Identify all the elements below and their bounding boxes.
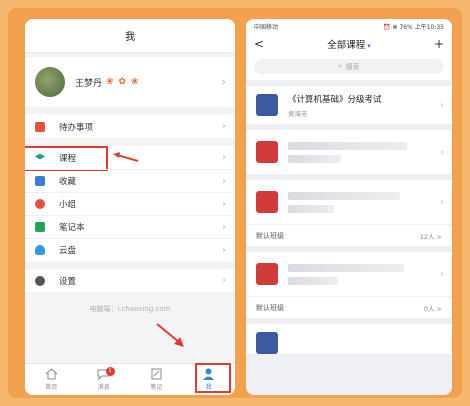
tab-messages[interactable]: 消息 1 xyxy=(78,364,131,395)
class-row[interactable]: 默认班级 12人 > xyxy=(246,224,452,246)
tab-label: 消息 xyxy=(97,384,110,391)
todo-icon xyxy=(35,121,45,132)
student-count: 12人 > xyxy=(419,232,442,241)
menu-item-label: 待办事项 xyxy=(59,122,94,133)
course-card[interactable]: 《计算机基础》分级考试 黄海芳 › xyxy=(246,86,452,124)
gear-icon xyxy=(35,275,45,286)
chevron-right-icon: › xyxy=(440,196,444,208)
course-row[interactable]: › xyxy=(246,180,452,224)
carrier-text: 中国移动 xyxy=(254,23,279,31)
tab-me[interactable]: 我 xyxy=(183,363,236,395)
back-icon[interactable]: < xyxy=(254,37,264,51)
avatar xyxy=(35,67,65,97)
search-input[interactable]: ⌕ 搜索 xyxy=(254,59,444,74)
course-title: 《计算机基础》分级考试 xyxy=(288,94,382,105)
menu-item-settings[interactable]: 设置 › xyxy=(25,269,235,292)
chevron-right-icon: › xyxy=(222,121,226,132)
bottom-tabbar: 首页 消息 1 笔记 我 xyxy=(25,363,235,395)
menu-item-notebook[interactable]: 笔记本 › xyxy=(25,215,235,238)
chevron-right-icon: › xyxy=(222,152,226,163)
menu-item-label: 笔记本 xyxy=(59,223,85,233)
add-icon[interactable]: + xyxy=(434,37,444,51)
course-card[interactable]: › 默认班级 12人 > xyxy=(246,180,452,246)
unread-badge: 1 xyxy=(105,367,115,376)
menu-item-cloud[interactable]: 云盘 › xyxy=(25,238,235,261)
class-row[interactable]: 默认班级 0人 > xyxy=(246,296,452,318)
highlight-box xyxy=(195,363,231,393)
courses-dropdown[interactable]: 全部课程 ▾ xyxy=(327,37,371,51)
chevron-right-icon: › xyxy=(440,268,444,280)
chevron-right-icon: › xyxy=(440,99,444,111)
course-cover-icon xyxy=(256,141,278,163)
chevron-right-icon: › xyxy=(222,244,226,256)
menu-group-settings: 设置 › xyxy=(25,269,235,292)
blurred-subtitle xyxy=(288,276,339,285)
site-url-text: 电脑端：i.chaoxing.com xyxy=(89,305,171,313)
course-cover-icon xyxy=(256,263,278,285)
notebook-icon xyxy=(35,222,45,232)
menu-item-todo[interactable]: 待办事项 › xyxy=(25,115,235,138)
menu-group-todo: 待办事项 › xyxy=(25,115,235,138)
course-row[interactable] xyxy=(246,324,452,362)
user-name: 王梦丹 xyxy=(75,78,103,89)
course-row[interactable]: 《计算机基础》分级考试 黄海芳 › xyxy=(246,86,452,124)
tab-home[interactable]: 首页 xyxy=(25,364,78,395)
blurred-title xyxy=(288,263,405,272)
tab-label: 首页 xyxy=(45,384,58,391)
search-placeholder: 搜索 xyxy=(345,62,360,71)
menu-item-label: 小组 xyxy=(59,200,77,210)
nav-bar: < 全部课程 ▾ + xyxy=(246,33,452,55)
name-decoration: ❀ ✿ ❀ xyxy=(106,77,140,87)
note-icon xyxy=(151,368,162,380)
course-card[interactable]: › xyxy=(246,130,452,174)
blurred-title xyxy=(288,141,407,150)
tab-notes[interactable]: 笔记 xyxy=(130,364,183,395)
blurred-title xyxy=(288,191,401,200)
profile-row[interactable]: 王梦丹 ❀ ✿ ❀ › xyxy=(25,57,235,107)
annotation-arrow xyxy=(113,152,139,162)
student-count: 0人 > xyxy=(423,304,442,313)
search-icon: ⌕ xyxy=(338,62,343,70)
tab-label: 笔记 xyxy=(150,384,163,391)
course-row[interactable]: › xyxy=(246,130,452,174)
course-card-partial[interactable] xyxy=(246,324,452,354)
search-area: ⌕ 搜索 xyxy=(246,55,452,80)
blurred-subtitle xyxy=(288,204,335,213)
course-card[interactable]: › 默认班级 0人 > xyxy=(246,252,452,318)
chevron-down-icon: ▾ xyxy=(367,42,371,50)
bookmark-icon xyxy=(35,176,45,186)
menu-item-courses[interactable]: 课程 › xyxy=(25,146,235,171)
laptop-icon xyxy=(256,94,278,116)
chevron-right-icon: › xyxy=(440,146,444,158)
course-teacher: 黄海芳 xyxy=(288,109,308,118)
menu-item-favorites[interactable]: 收藏 › xyxy=(25,169,235,192)
course-cover-icon xyxy=(256,332,278,354)
group-icon xyxy=(35,199,45,209)
highlight-box xyxy=(25,146,108,171)
cloud-icon xyxy=(35,245,45,255)
blurred-subtitle xyxy=(288,154,341,163)
menu-item-label: 云盘 xyxy=(59,246,77,256)
left-phone-screen: 我 王梦丹 ❀ ✿ ❀ › 待办事项 › 课程 › 收藏 › 小组 › 笔记本 … xyxy=(25,19,235,395)
chevron-right-icon: › xyxy=(222,175,226,187)
home-icon xyxy=(45,368,58,380)
menu-group-main: 课程 › 收藏 › 小组 › 笔记本 › 云盘 › xyxy=(25,146,235,261)
chevron-right-icon: › xyxy=(222,221,226,233)
menu-item-label: 收藏 xyxy=(59,177,77,187)
course-cover-icon xyxy=(256,191,278,213)
class-label: 默认班级 xyxy=(256,231,284,240)
annotation-arrow xyxy=(156,323,184,347)
course-row[interactable]: › xyxy=(246,252,452,296)
class-label: 默认班级 xyxy=(256,303,284,312)
chevron-right-icon: › xyxy=(222,275,226,286)
chevron-right-icon: › xyxy=(221,75,226,89)
status-right-text: ⏰ ✻ 76% 上午10:35 xyxy=(383,23,444,31)
menu-item-label: 设置 xyxy=(59,276,77,287)
chevron-right-icon: › xyxy=(222,198,226,210)
page-title: 我 xyxy=(25,19,235,53)
right-phone-screen: 中国移动 ⏰ ✻ 76% 上午10:35 < 全部课程 ▾ + ⌕ 搜索 《计算机… xyxy=(246,19,452,395)
nav-title: 全部课程 xyxy=(327,40,366,51)
status-bar: 中国移动 ⏰ ✻ 76% 上午10:35 xyxy=(246,19,452,33)
menu-item-groups[interactable]: 小组 › xyxy=(25,192,235,215)
